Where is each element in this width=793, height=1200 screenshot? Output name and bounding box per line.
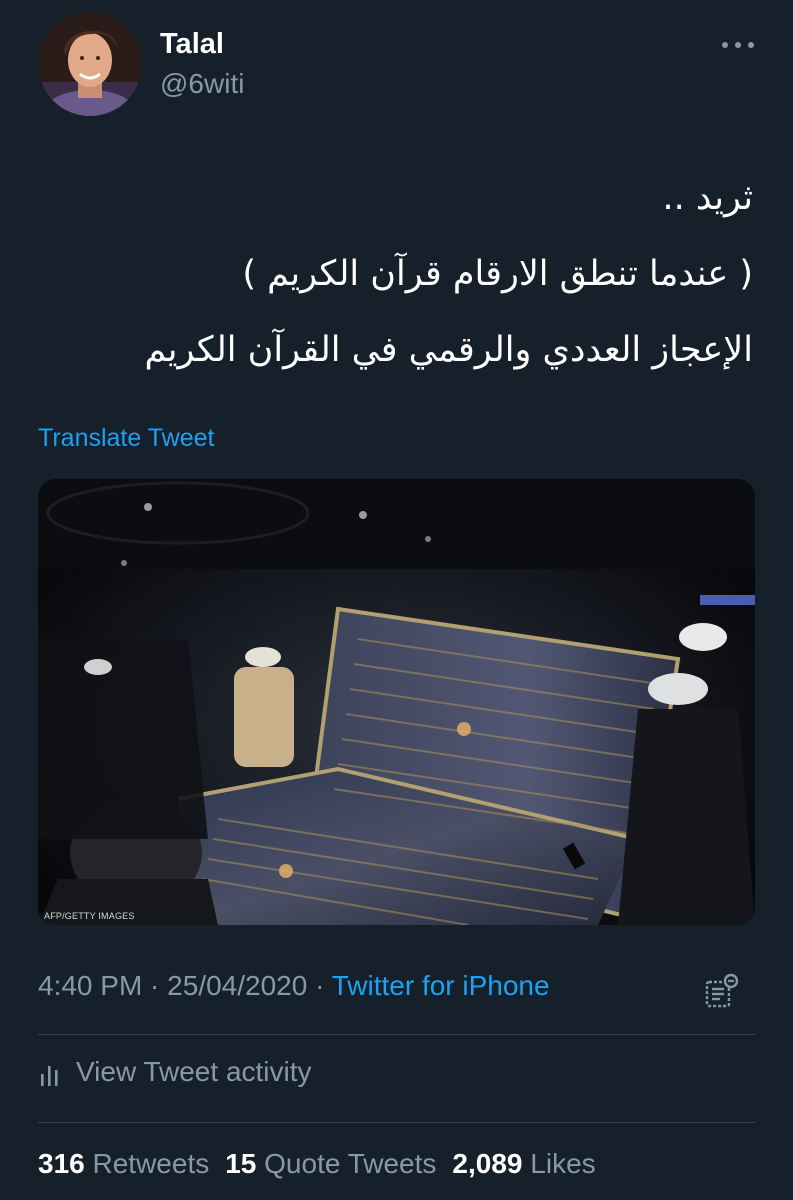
retweets-label: Retweets — [92, 1148, 210, 1179]
tweet-date: 25/04/2020 — [167, 970, 308, 1001]
avatar-image — [38, 12, 142, 116]
tweet-stats: 316 Retweets 15 Quote Tweets 2,089 Likes — [38, 1148, 596, 1180]
quotes-label: Quote Tweets — [264, 1148, 437, 1179]
more-icon[interactable] — [720, 36, 756, 54]
quotes-count: 15 — [225, 1148, 257, 1179]
more-dot — [735, 42, 741, 48]
tweet-header: Talal @6witi — [38, 12, 758, 118]
media-credit: AFP/GETTY IMAGES — [44, 911, 135, 921]
likes-label: Likes — [530, 1148, 596, 1179]
retweets-count: 316 — [38, 1148, 85, 1179]
tweet-media-photo[interactable]: AFP/GETTY IMAGES — [38, 479, 755, 925]
tweet-meta: 4:40 PM · 25/04/2020 · Twitter for iPhon… — [38, 970, 550, 1002]
view-tweet-activity-label: View Tweet activity — [76, 1056, 312, 1087]
more-dot — [748, 42, 754, 48]
more-dot — [722, 42, 728, 48]
tweet-time: 4:40 PM — [38, 970, 143, 1001]
translate-tweet-link[interactable]: Translate Tweet — [38, 424, 214, 453]
analytics-icon[interactable] — [702, 972, 740, 1010]
tweet-line: ( عندما تنطق الارقام قرآن الكريم ) — [242, 254, 753, 294]
analytics-icon-graphic — [705, 973, 739, 1008]
meta-separator: · — [307, 970, 332, 1001]
bar-chart-icon — [38, 1060, 64, 1088]
tweet-line: الإعجاز العددي والرقمي في القرآن الكريم — [144, 330, 753, 370]
author-handle[interactable]: @6witi — [160, 68, 244, 100]
author-name[interactable]: Talal — [160, 28, 224, 61]
divider — [38, 1034, 755, 1035]
tweet-line: ثريد .. — [662, 178, 753, 218]
quote-tweets-stat[interactable]: 15 Quote Tweets — [225, 1148, 436, 1179]
photo-image — [38, 479, 755, 925]
tweet-text: ثريد .. ( عندما تنطق الارقام قرآن الكريم… — [38, 160, 753, 388]
likes-stat[interactable]: 2,089 Likes — [452, 1148, 595, 1179]
view-tweet-activity-button[interactable]: View Tweet activity — [38, 1056, 312, 1096]
likes-count: 2,089 — [452, 1148, 523, 1179]
tweet-source-link[interactable]: Twitter for iPhone — [332, 970, 550, 1001]
meta-separator: · — [142, 970, 168, 1001]
retweets-stat[interactable]: 316 Retweets — [38, 1148, 209, 1179]
divider — [38, 1122, 755, 1123]
avatar[interactable] — [38, 12, 142, 116]
